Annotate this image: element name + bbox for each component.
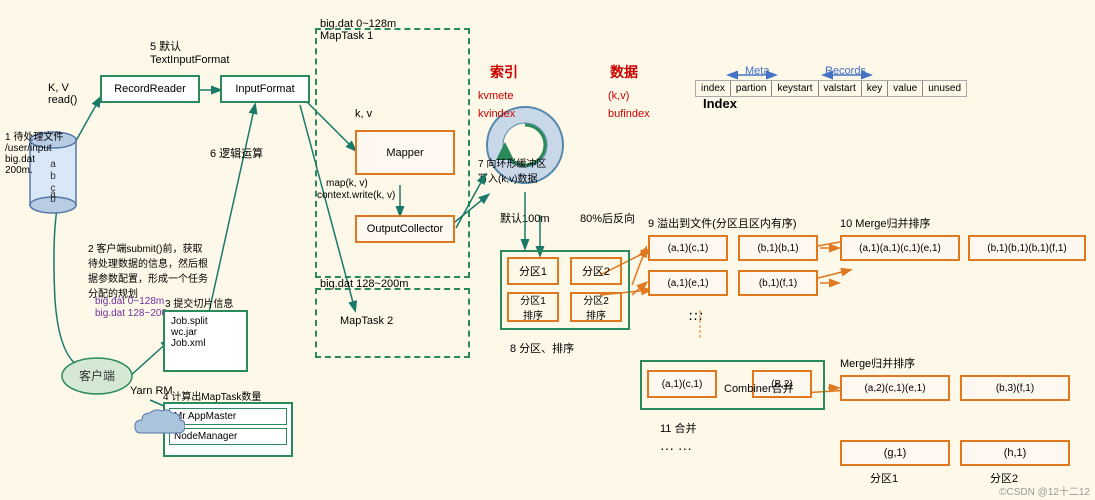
final-left-box: (g,1): [840, 440, 950, 466]
merge-r1-right: (b,1)(b,1)(b,1)(f,1): [968, 235, 1086, 261]
write-buffer-label: 7 向环形缓冲区写入(k,v)数据: [478, 155, 546, 185]
yarn-rm-label: Yarn RM: [130, 385, 173, 397]
pending-file-label: 1 待处理文件/user/inputbig.dat200m.: [5, 128, 63, 176]
final-left-text: (g,1): [884, 447, 907, 459]
spill-r2-left: (a,1)(e,1): [648, 270, 728, 296]
recordreader-box: RecordReader: [100, 75, 200, 103]
merge-sort2-label: Merge归并排序: [840, 355, 915, 371]
recordreader-text: RecordReader: [114, 83, 186, 95]
meta-label: Meta: [745, 65, 769, 77]
kv-arrow-label: k, v: [355, 108, 372, 120]
mapper-box: Mapper: [355, 130, 455, 175]
table-index: index: [696, 81, 731, 96]
diagram: big.dat 0~128m MapTask 1 InputFormat Rec…: [0, 0, 1095, 500]
spill-r2-left-text: (a,1)(e,1): [667, 278, 708, 289]
table-unused: unused: [923, 81, 966, 96]
spill-r1-left-text: (a,1)(c,1): [668, 243, 709, 254]
bufindex-label: bufindex: [608, 108, 650, 120]
default-textinputformat-label: 5 默认 TextInputFormat: [150, 38, 229, 66]
cloud: [130, 398, 185, 446]
kvindex-label: kvindex: [478, 108, 515, 120]
merge-r2-right: (b,3)(f,1): [960, 375, 1070, 401]
job-split-text: Job.split wc.jar Job.xml: [171, 316, 240, 349]
output-collector-text: OutputCollector: [367, 223, 443, 235]
partition1-text: 分区1: [519, 263, 547, 279]
footer: ©CSDN @12十二12: [999, 483, 1090, 498]
combine-11-label: 11 合并: [660, 420, 696, 436]
table-value: value: [888, 81, 923, 96]
output-collector-box: OutputCollector: [355, 215, 455, 243]
partition1-box: 分区1: [507, 257, 559, 285]
svg-text:b: b: [50, 194, 56, 205]
merge-r1-left: (a,1)(a,1)(c,1)(e,1): [840, 235, 960, 261]
table-partion: partion: [731, 81, 773, 96]
kv-read-label: K, Vread(): [48, 82, 77, 106]
merge-sort-label: 10 Merge归并排序: [840, 215, 930, 231]
inputformat-box: InputFormat: [220, 75, 310, 103]
spill-r1-left: (a,1)(c,1): [648, 235, 728, 261]
records-label: Records: [825, 65, 866, 77]
index-box-label: Index: [703, 96, 737, 111]
data-label: 数据: [610, 62, 638, 82]
final-right-text: (h,1): [1004, 447, 1027, 459]
combiner-left-text: (a,1)(c,1): [662, 379, 703, 390]
partition2-sort-box: 分区2 排序: [570, 292, 622, 322]
spill-r1-right-text: (b,1)(b,1): [757, 243, 798, 254]
percent-80-label: 80%后反向: [580, 210, 635, 226]
merge-r1-right-text: (b,1)(b,1)(b,1)(f,1): [987, 243, 1066, 254]
partition-outer-box: 分区1 分区2 分区1 排序 分区2 排序: [500, 250, 630, 330]
merge-r2-right-text: (b,3)(f,1): [996, 383, 1034, 394]
partition1-sort-box: 分区1 排序: [507, 292, 559, 322]
index-label: 索引: [490, 62, 518, 82]
maptask2-label: MapTask 2: [340, 315, 393, 327]
partition-sort-label: 8 分区、排序: [510, 340, 574, 356]
combiner-outer-box: (a,1)(c,1) (B,2) Combiner合并: [640, 360, 825, 410]
partition1-sort-text: 分区1 排序: [520, 292, 546, 322]
combiner-label-text: Combiner合并: [724, 380, 794, 396]
submit-info-label: 3 提交切片信息: [165, 295, 233, 310]
mr-appmaster-text: Mr AppMaster: [169, 408, 287, 425]
nodemanager-text: NodeManager: [169, 428, 287, 445]
spill-r2-right: (b,1)(f,1): [738, 270, 818, 296]
partition2-sort-text: 分区2 排序: [583, 292, 609, 322]
spill-r2-right-text: (b,1)(f,1): [759, 278, 797, 289]
partition2-text: 分区2: [582, 263, 610, 279]
inputformat-text: InputFormat: [235, 83, 294, 95]
merge-r1-left-text: (a,1)(a,1)(c,1)(e,1): [859, 243, 941, 254]
mapper-text: Mapper: [386, 147, 423, 159]
kvmete-label: kvmete: [478, 90, 513, 102]
table-keystart: keystart: [772, 81, 818, 96]
table-valstart: valstart: [819, 81, 862, 96]
logic-op-label: 6 逻辑运算: [210, 145, 263, 161]
partition2-box: 分区2: [570, 257, 622, 285]
kv-data-label: (k,v): [608, 90, 629, 102]
mapkv-label: map(k, v): [326, 178, 368, 189]
spill-label: 9 溢出到文件(分区且区内有序): [648, 215, 797, 231]
maptask1-label: MapTask 1: [320, 30, 373, 42]
spill-r1-right: (b,1)(b,1): [738, 235, 818, 261]
client-submit-label: 2 客户端submit()前，获取待处理数据的信息，然后根据参数配置，形成一个任…: [88, 240, 228, 300]
client-ellipse: 客户端: [60, 355, 135, 400]
default-100m-label: 默认100m: [500, 210, 550, 226]
combiner-left-box: (a,1)(c,1): [647, 370, 717, 398]
job-split-box: Job.split wc.jar Job.xml: [163, 310, 248, 372]
dots3: ··· ···: [660, 440, 692, 456]
final-right-box: (h,1): [960, 440, 1070, 466]
svg-text:客户端: 客户端: [79, 368, 115, 383]
meta-records-table: index partion keystart valstart key valu…: [695, 80, 967, 97]
file-info1-label: big.dat 0~128m: [95, 296, 164, 307]
context-write-label: context.write(k, v): [317, 190, 395, 201]
dots2: ···: [688, 310, 703, 327]
table-key: key: [862, 81, 889, 96]
merge-r2-left: (a,2)(c,1)(e,1): [840, 375, 950, 401]
partition-label3: 分区1: [870, 470, 898, 486]
merge-r2-left-text: (a,2)(c,1)(e,1): [864, 383, 925, 394]
